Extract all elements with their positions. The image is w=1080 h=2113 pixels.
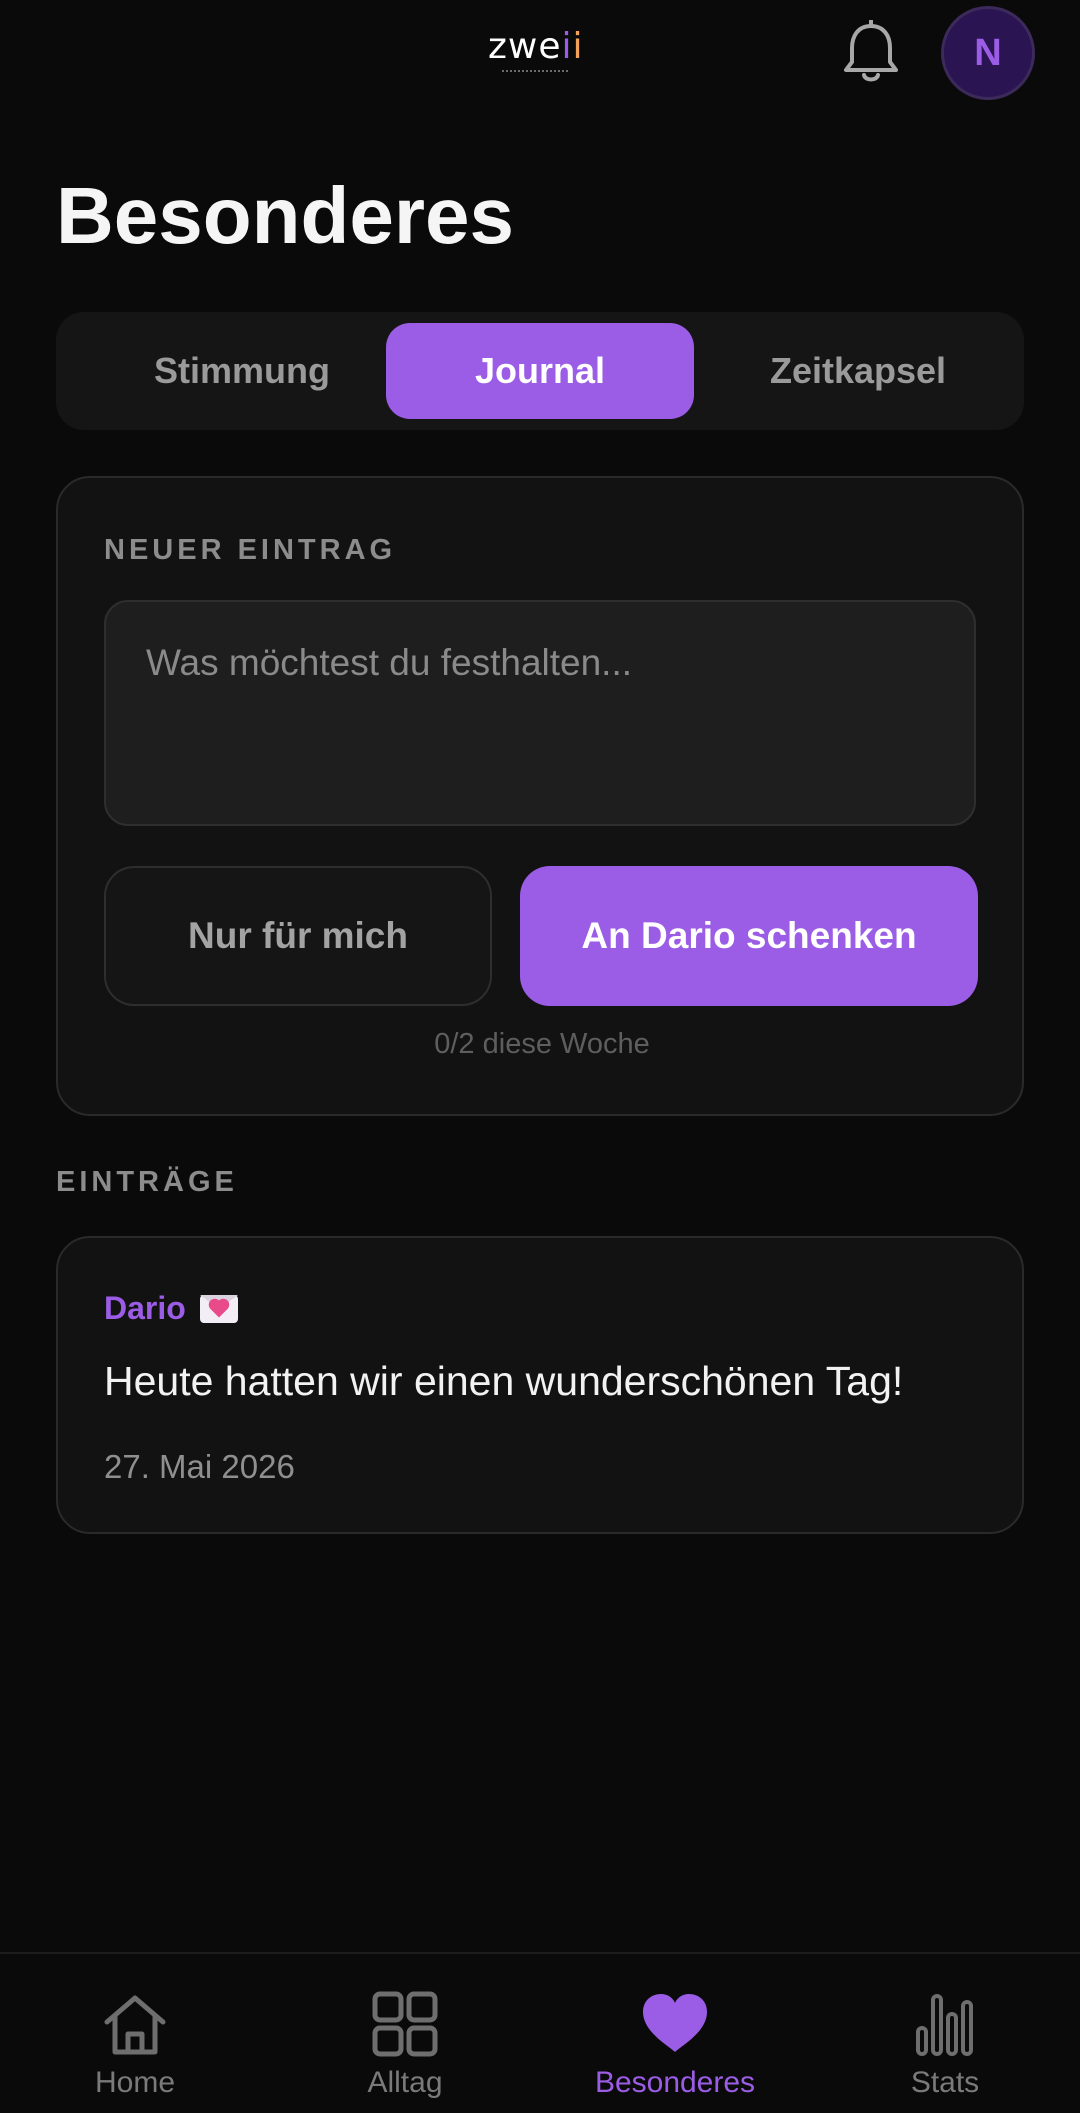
logo-letter-i-purple: i (561, 26, 573, 67)
new-entry-card: NEUER EINTRAG Nur für mich An Dario sche… (56, 476, 1024, 1116)
nav-home[interactable]: Home (0, 1954, 270, 2113)
profile-avatar[interactable]: N (941, 6, 1035, 100)
entry-date: 27. Mai 2026 (104, 1448, 295, 1485)
notifications-button[interactable] (842, 19, 900, 86)
nav-stats-label: Stats (910, 2066, 980, 2099)
new-entry-label: NEUER EINTRAG (104, 534, 397, 566)
nav-besonderes-label: Besonderes (594, 2066, 756, 2099)
save-private-button[interactable]: Nur für mich (104, 866, 492, 1006)
love-letter-icon (199, 1294, 238, 1323)
journal-entry-input[interactable] (104, 600, 976, 826)
nav-alltag[interactable]: Alltag (270, 1954, 540, 2113)
tab-stimmung[interactable]: Stimmung (88, 323, 396, 419)
nav-alltag-label: Alltag (367, 2066, 443, 2099)
nav-besonderes[interactable]: Besonderes (540, 1954, 810, 2113)
segment-tabs: Stimmung Journal Zeitkapsel (56, 312, 1024, 430)
entries-label: EINTRÄGE (56, 1166, 238, 1198)
tab-zeitkapsel[interactable]: Zeitkapsel (704, 323, 1012, 419)
entry-author-name: Dario (104, 1290, 186, 1326)
home-icon (104, 1995, 166, 2055)
nav-home-label: Home (94, 2066, 176, 2099)
entry-author: Dario (104, 1290, 238, 1327)
bell-icon (844, 19, 898, 82)
entry-text: Heute hatten wir einen wunderschönen Tag… (104, 1358, 904, 1404)
logo-text: zwe (488, 26, 562, 67)
app-screen: zweii N Besonderes Stimmung Journal Zeit… (0, 0, 1080, 2113)
gift-to-partner-button[interactable]: An Dario schenken (520, 866, 978, 1006)
page-title: Besonderes (56, 171, 514, 260)
logo-letter-i-orange: i (572, 26, 584, 67)
weekly-counter: 0/2 diese Woche (434, 1028, 650, 1060)
nav-stats[interactable]: Stats (810, 1954, 1080, 2113)
bar-chart-icon (916, 1994, 973, 2056)
journal-entry-card[interactable]: Dario Heute hatten wir einen wunderschön… (56, 1236, 1024, 1534)
app-logo: zweii (488, 26, 584, 67)
bottom-navigation: Home Alltag Besonderes Stats (0, 1952, 1080, 2113)
logo-tagline-decoration (502, 70, 568, 73)
tab-journal[interactable]: Journal (386, 323, 694, 419)
grid-icon (372, 1991, 438, 2057)
heart-icon (643, 1994, 707, 2052)
top-bar: zweii N (0, 0, 1080, 110)
